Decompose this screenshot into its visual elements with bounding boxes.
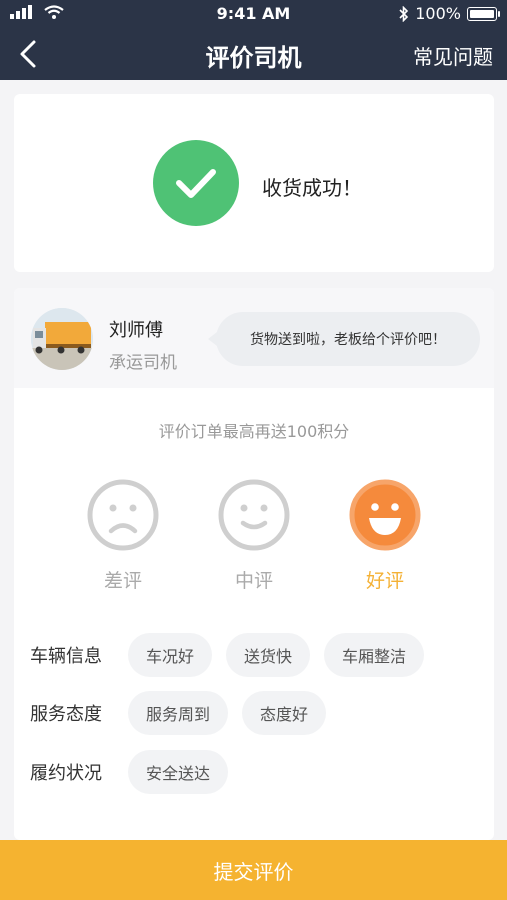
tag-chip[interactable]: 服务周到 [128,691,229,735]
evaluation-card: 刘师傅 承运司机 货物送到啦，老板给个评价吧！ 评价订单最高再送100积分 差评… [14,288,494,840]
tag-chip[interactable]: 车厢整洁 [324,633,425,677]
driver-avatar [31,308,93,370]
tag-chip[interactable]: 安全送达 [128,750,229,794]
tag-group-title: 服务态度 [30,704,102,725]
rating-good-option[interactable]: 好评 [345,478,425,593]
rating-good-label: 好评 [365,570,404,592]
sad-face-icon [87,479,159,551]
nav-bar: 评价司机 常见问题 [0,28,507,80]
driver-role: 承运司机 [109,353,177,373]
status-right-group: 100% [399,4,500,23]
tag-chip[interactable]: 送货快 [226,633,311,677]
speech-bubble: 货物送到啦，老板给个评价吧！ [208,312,480,366]
tag-chip[interactable]: 态度好 [242,691,327,735]
rating-bad-label: 差评 [103,570,142,592]
tag-chip[interactable]: 车况好 [128,633,213,677]
speech-bubble-text: 货物送到啦，老板给个评价吧！ [250,332,446,348]
tag-group-title: 履约状况 [30,763,102,784]
rating-mid-label: 中评 [234,570,273,592]
truck-icon [31,308,93,370]
happy-face-icon [349,479,421,551]
rating-mid-option[interactable]: 中评 [214,478,294,593]
tag-row-service: 服务态度 服务周到 态度好 [30,690,340,736]
tag-group-title: 车辆信息 [30,646,102,667]
faq-link[interactable]: 常见问题 [413,41,493,70]
driver-row: 刘师傅 承运司机 货物送到啦，老板给个评价吧！ [14,288,494,388]
battery-icon [467,6,500,21]
success-message: 收货成功！ [262,176,362,200]
driver-name: 刘师傅 [109,320,163,341]
rating-bad-option[interactable]: 差评 [83,478,163,593]
tag-row-fulfillment: 履约状况 安全送达 [30,749,242,795]
neutral-face-icon [218,479,290,551]
submit-button[interactable]: 提交评价 [0,840,507,900]
success-badge [153,140,239,226]
bonus-note: 评价订单最高再送100积分 [158,422,350,441]
check-icon [176,169,216,198]
status-bar: 9:41 AM 100% [0,0,507,28]
battery-percent: 100% [415,4,461,23]
bluetooth-icon [399,5,409,22]
tag-row-vehicle: 车辆信息 车况好 送货快 车厢整洁 [30,632,438,678]
success-card: 收货成功！ [14,94,494,272]
submit-button-label: 提交评价 [213,859,294,884]
